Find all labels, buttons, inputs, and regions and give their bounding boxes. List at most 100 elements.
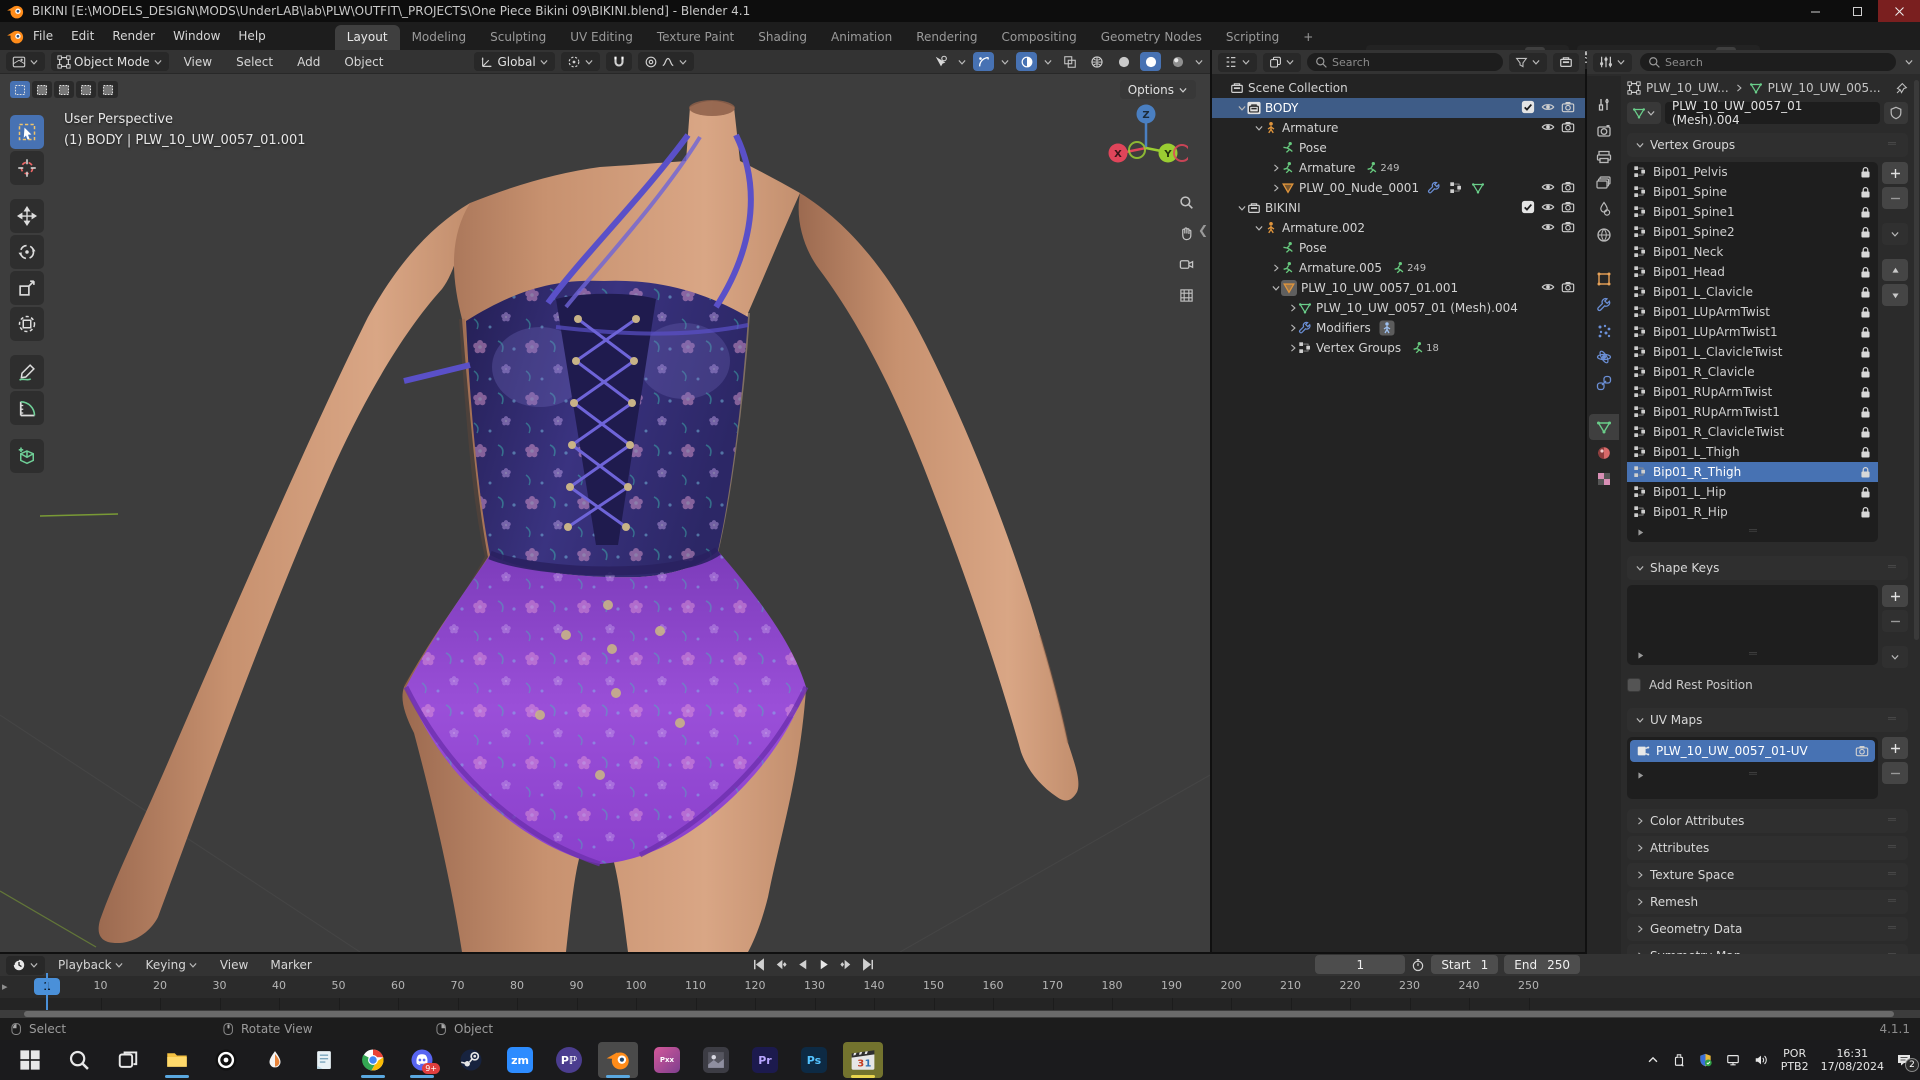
blender-menu-logo-icon[interactable] [6,27,24,45]
lock-icon[interactable] [1859,266,1872,279]
add-rest-position-checkbox[interactable] [1627,678,1641,692]
volume-icon[interactable] [1753,1053,1769,1067]
vertex-group-name[interactable]: Bip01_R_ClavicleTwist [1653,425,1784,439]
list-filter-footer[interactable] [1627,765,1878,785]
frame-end-field[interactable]: End250 [1504,955,1580,974]
workspace-tab-uv-editing[interactable]: UV Editing [558,25,645,50]
stopwatch-icon[interactable] [1411,958,1425,972]
outliner-item-label[interactable]: BIKINI [1265,201,1301,215]
outliner-display-mode[interactable] [1263,53,1301,72]
minimize-button[interactable] [1794,0,1836,22]
workspace-tab-texture-paint[interactable]: Texture Paint [645,25,746,50]
properties-tab-viewlayer[interactable] [1589,170,1619,196]
vertex-group-name[interactable]: Bip01_Neck [1653,245,1723,259]
show-overlays-button[interactable] [1016,52,1037,71]
shading-material-button[interactable] [1140,52,1161,71]
expand-right-icon[interactable] [1288,343,1298,353]
properties-tab-data[interactable] [1589,414,1619,440]
panel-geometry-data[interactable]: Geometry Data [1627,917,1908,941]
lock-icon[interactable] [1859,286,1872,299]
outliner-item-label[interactable]: Vertex Groups [1316,341,1401,355]
hide-viewport-toggle[interactable] [1541,280,1555,297]
outliner-item-label[interactable]: Armature [1282,121,1338,135]
grip-icon[interactable] [1884,898,1900,906]
mode-selector[interactable]: Object Mode [51,52,169,71]
next-keyframe-button[interactable] [836,955,856,974]
clock[interactable]: 16:3117/08/2024 [1821,1047,1884,1073]
lock-icon[interactable] [1859,386,1872,399]
chevron-down-icon[interactable] [957,57,967,67]
expand-right-icon[interactable] [1288,323,1298,333]
orthographic-grid-control[interactable] [1179,288,1194,307]
network-icon[interactable] [1725,1053,1741,1067]
vertex-group-name[interactable]: Bip01_LUpArmTwist [1653,305,1770,319]
vertex-group-name[interactable]: Bip01_L_Thigh [1653,445,1740,459]
vertex-group-row[interactable]: Bip01_L_ClavicleTwist [1627,342,1878,362]
expand-right-icon[interactable] [1271,263,1281,273]
viewport-canvas[interactable]: User Perspective (1) BODY | PLW_10_UW_00… [0,75,1210,952]
panel-collapse-icon[interactable]: ❮ [1198,223,1208,237]
taskbar-steam-button[interactable] [451,1042,491,1078]
vertex-group-name[interactable]: Bip01_RUpArmTwist [1653,385,1772,399]
camera-view-control[interactable] [1179,257,1194,276]
vertex-group-name[interactable]: Bip01_RUpArmTwist1 [1653,405,1780,419]
properties-tab-output[interactable] [1589,144,1619,170]
disable-render-toggle[interactable] [1561,280,1575,297]
grip-icon[interactable] [1884,564,1900,572]
outliner-item-label[interactable]: BODY [1265,101,1298,115]
expand-down-icon[interactable] [1237,203,1247,213]
outliner-search-input[interactable]: Search [1307,53,1503,71]
move-group-up-button[interactable] [1882,259,1908,281]
taskbar-mpc-hc-button[interactable]: 31 [843,1042,883,1078]
select-mode-intersect-button[interactable] [98,81,118,98]
tray-expand-button[interactable] [1646,1053,1660,1067]
lock-icon[interactable] [1859,166,1872,179]
timeline-menu-view[interactable]: View [211,954,257,976]
exclude-checkbox[interactable] [1521,200,1535,217]
menu-render[interactable]: Render [103,25,164,47]
workspace-tab-compositing[interactable]: Compositing [989,25,1088,50]
lock-icon[interactable] [1859,346,1872,359]
vertex-group-name[interactable]: Bip01_R_Hip [1653,505,1728,519]
select-mode-invert-button[interactable] [76,81,96,98]
timeline-scroll-thumb[interactable] [24,1011,1894,1017]
lock-icon[interactable] [1859,246,1872,259]
taskbar-blender-button[interactable] [598,1042,638,1078]
menu-file[interactable]: File [24,25,62,47]
taskbar-premiere-button[interactable]: Pr [745,1042,785,1078]
workspace-tab-geometry-nodes[interactable]: Geometry Nodes [1089,25,1214,50]
outliner-row-armature-005[interactable]: Armature.005249 [1212,258,1585,278]
lock-icon[interactable] [1859,186,1872,199]
vertex-group-name[interactable]: Bip01_Spine [1653,185,1727,199]
tool-scale-button[interactable] [10,271,44,305]
workspace-tab-animation[interactable]: Animation [819,25,904,50]
mesh-datablock-selector[interactable] [1627,102,1661,124]
vertex-group-row[interactable]: Bip01_R_Clavicle [1627,362,1878,382]
menu-window[interactable]: Window [164,25,229,47]
grip-icon[interactable] [1745,528,1761,536]
play-button[interactable] [814,955,834,974]
list-filter-footer[interactable] [1627,645,1878,665]
timeline-ruler[interactable]: 1020304050607080901001101201301401501601… [0,976,1920,998]
disable-render-toggle[interactable] [1561,200,1575,217]
expand-down-icon[interactable] [1254,123,1264,133]
expand-right-icon[interactable] [1271,163,1281,173]
language-indicator[interactable]: PORPTB2 [1781,1047,1809,1073]
timeline-type-selector[interactable] [6,956,45,975]
viewport-3d[interactable]: Object ModeViewSelectAddObjectGlobal [0,50,1210,952]
windows-security-icon[interactable] [1698,1052,1713,1068]
pan-control[interactable] [1179,226,1194,245]
tool-measure-button[interactable] [10,391,44,425]
vertex-group-row[interactable]: Bip01_RUpArmTwist [1627,382,1878,402]
move-group-down-button[interactable] [1882,284,1908,306]
remove-vertex-group-button[interactable] [1882,187,1908,209]
remove-shape-key-button[interactable] [1882,610,1908,632]
vertex-group-row[interactable]: Bip01_L_Thigh [1627,442,1878,462]
add-uv-map-button[interactable] [1882,737,1908,759]
exclude-checkbox[interactable] [1521,100,1535,117]
vertex-group-row[interactable]: Bip01_L_Hip [1627,482,1878,502]
timeline-track[interactable] [0,998,1920,1010]
tool-cursor-button[interactable] [10,151,44,185]
lock-icon[interactable] [1859,206,1872,219]
workspace-tab-layout[interactable]: Layout [335,25,400,50]
